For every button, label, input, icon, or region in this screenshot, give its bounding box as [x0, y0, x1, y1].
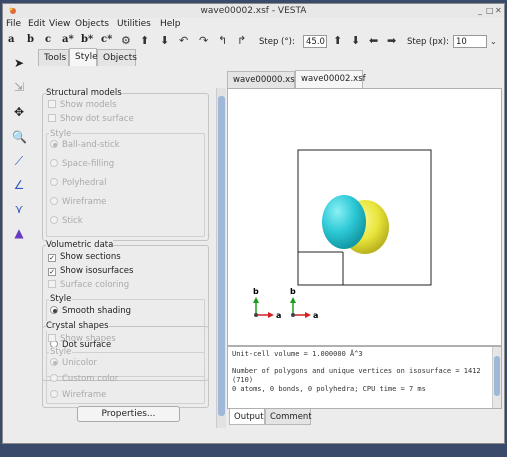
window-title: wave00002.xsf - VESTA: [200, 6, 307, 16]
show-dot-surface-checkbox[interactable]: Show dot surface: [48, 114, 134, 124]
structural-models-label: Structural models: [46, 88, 122, 98]
tab-style[interactable]: Style: [69, 48, 98, 66]
tab-output[interactable]: Output: [229, 409, 265, 425]
translate-right-icon[interactable]: ➡: [387, 34, 396, 47]
volumetric-data-label: Volumetric data: [46, 240, 114, 250]
minimize-button[interactable]: _: [478, 6, 482, 15]
select-region-icon[interactable]: ⇲: [12, 80, 26, 94]
console-line-summary: 0 atoms, 0 bonds, 0 polyhedra; CPU time …: [232, 385, 426, 393]
translate-up-icon[interactable]: ⬆: [333, 34, 342, 47]
axis-b-arrowhead: [253, 297, 259, 303]
menu-utilities[interactable]: Utilities: [117, 19, 151, 29]
show-models-checkbox[interactable]: Show models: [48, 100, 117, 110]
structural-style-label: Style: [49, 129, 73, 139]
stick-radio[interactable]: Stick: [50, 216, 83, 226]
axis-b-arrowhead-2: [290, 297, 296, 303]
chevron-down-icon[interactable]: ⌄: [490, 37, 497, 46]
rotate-down-icon[interactable]: ⬇: [160, 34, 169, 47]
rotate-free-icon[interactable]: ⚙: [121, 34, 131, 47]
isosurface-cyan-lobe: [322, 195, 366, 249]
tab-tools[interactable]: Tools: [38, 49, 69, 66]
dihedral-tool-icon[interactable]: ⋎: [12, 202, 26, 216]
axis-a-arrowhead-2: [305, 312, 311, 318]
menu-bar: File Edit View Objects Utilities Help: [3, 18, 504, 31]
tab-objects[interactable]: Objects: [97, 49, 137, 66]
zoom-tool-icon[interactable]: 🔍: [12, 130, 27, 144]
console-scrollbar[interactable]: [492, 347, 501, 408]
output-console[interactable]: Unit-cell volume = 1.000000 Å^3 Number o…: [227, 346, 502, 409]
left-toolbar: ➤ ⇲ ✥ 🔍 ⟋ ∠ ⋎ ▲: [6, 50, 32, 430]
translate-down-icon[interactable]: ⬇: [351, 34, 360, 47]
translate-tool-icon[interactable]: ✥: [12, 105, 26, 119]
view-along-a-button[interactable]: a: [8, 34, 14, 45]
crystal-wireframe-radio[interactable]: Wireframe: [50, 390, 106, 400]
menu-edit[interactable]: Edit: [28, 19, 45, 29]
axis-a-label-2: a: [313, 311, 318, 320]
view-along-b-star-button[interactable]: b*: [81, 34, 93, 45]
translate-left-icon[interactable]: ⬅: [369, 34, 378, 47]
show-shapes-checkbox[interactable]: Show shapes: [48, 334, 116, 344]
step-pixel-label: Step (px):: [407, 37, 449, 47]
menu-view[interactable]: View: [49, 19, 70, 29]
bond-tool-icon[interactable]: ▲: [12, 226, 26, 240]
view-along-c-button[interactable]: c: [45, 34, 51, 45]
surface-coloring-checkbox[interactable]: Surface coloring: [48, 280, 129, 290]
menu-file[interactable]: File: [6, 19, 21, 29]
smooth-shading-radio[interactable]: Smooth shading: [50, 306, 131, 316]
view-along-c-star-button[interactable]: c*: [101, 34, 112, 45]
rotate-cw-icon[interactable]: ↱: [237, 34, 246, 47]
axis-a-arrowhead: [268, 312, 274, 318]
step-degree-label: Step (°):: [259, 37, 295, 47]
console-line-vertices: (710): [232, 376, 254, 384]
tab-comment[interactable]: Comment: [265, 409, 312, 425]
space-filling-radio[interactable]: Space-filling: [50, 159, 114, 169]
rotate-up-icon[interactable]: ⬆: [140, 34, 149, 47]
distance-tool-icon[interactable]: ⟋: [12, 154, 26, 168]
axis-b-label-2: b: [290, 287, 296, 296]
viewport-canvas: b a b a: [253, 149, 432, 320]
console-line-volume: Unit-cell volume = 1.000000 Å^3: [232, 350, 363, 358]
axis-origin: [254, 313, 258, 317]
custom-color-radio[interactable]: Custom color: [50, 374, 118, 384]
tab-wave00000[interactable]: wave00000.xsf: [227, 71, 298, 88]
select-tool-icon[interactable]: ➤: [12, 56, 26, 70]
menu-objects[interactable]: Objects: [75, 19, 109, 29]
console-scrollbar-thumb[interactable]: [494, 356, 500, 396]
rotate-right-icon[interactable]: ↷: [199, 34, 208, 47]
step-degree-input[interactable]: 45.0: [303, 35, 327, 48]
rotate-left-icon[interactable]: ↶: [179, 34, 188, 47]
axis-b-label: b: [253, 287, 259, 296]
structure-viewport[interactable]: b a b a: [227, 88, 502, 346]
menu-help[interactable]: Help: [160, 19, 181, 29]
axis-origin-2: [291, 313, 295, 317]
console-line-polygons: Number of polygons and unique vertices o…: [232, 367, 481, 375]
rotate-ccw-icon[interactable]: ↰: [218, 34, 227, 47]
properties-button[interactable]: Properties...: [77, 406, 180, 422]
crystal-style-label: Style: [49, 347, 73, 357]
scrollbar-thumb[interactable]: [218, 96, 225, 416]
unicolor-radio[interactable]: Unicolor: [50, 358, 97, 368]
show-sections-checkbox[interactable]: ✓ Show sections: [48, 252, 121, 262]
view-along-a-star-button[interactable]: a*: [62, 34, 74, 45]
maximize-button[interactable]: □: [486, 6, 494, 15]
view-along-b-button[interactable]: b: [27, 34, 34, 45]
title-bar: wave00002.xsf - VESTA _ □ ✕: [3, 4, 504, 18]
ball-and-stick-radio[interactable]: Ball-and-stick: [50, 140, 120, 150]
angle-tool-icon[interactable]: ∠: [12, 178, 26, 192]
polyhedral-radio[interactable]: Polyhedral: [50, 178, 107, 188]
step-pixel-select[interactable]: 10: [453, 35, 487, 48]
tab-wave00002[interactable]: wave00002.xsf: [295, 70, 366, 88]
close-button[interactable]: ✕: [495, 6, 502, 15]
wireframe-radio[interactable]: Wireframe: [50, 197, 106, 207]
crystal-shapes-label: Crystal shapes: [46, 321, 109, 331]
axis-a-label: a: [276, 311, 281, 320]
panel-scrollbar[interactable]: [216, 88, 226, 428]
volumetric-style-label: Style: [49, 294, 73, 304]
show-isosurfaces-checkbox[interactable]: ✓ Show isosurfaces: [48, 266, 133, 276]
